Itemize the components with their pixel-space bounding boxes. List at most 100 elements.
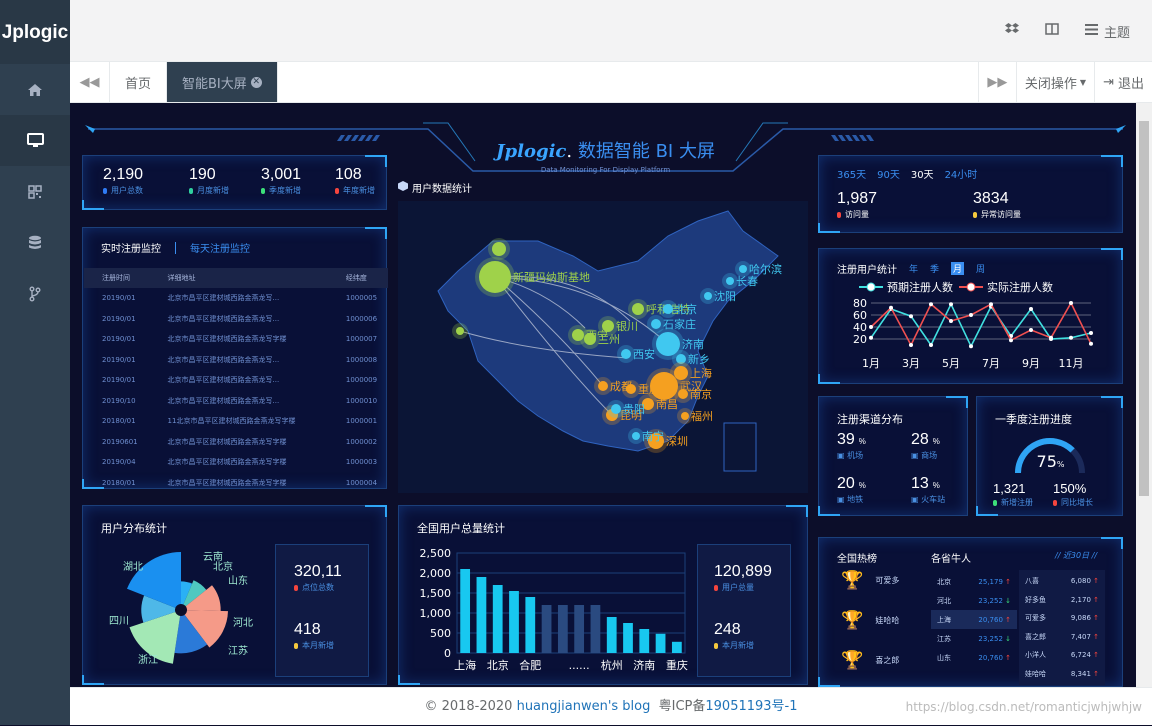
icp-link[interactable]: 19051193号-1 bbox=[705, 699, 797, 714]
theme-button[interactable]: 主题 bbox=[1084, 22, 1130, 41]
home-icon[interactable] bbox=[0, 64, 70, 115]
channel-label: ▣ 地铁 bbox=[837, 495, 864, 504]
hot-item: 🏆 喜之郎 bbox=[841, 650, 900, 671]
china-map[interactable]: 新疆玛纳斯基地呼和浩特北京银川兰州西宁石家庄济南新乡西安哈尔滨长春沈阳成都重庆武… bbox=[398, 201, 808, 493]
table-cell: 1000006 bbox=[345, 314, 378, 323]
table-cell: 北京市昌平区建材城西路金燕龙写字楼 bbox=[167, 478, 287, 487]
svg-text:西宁: 西宁 bbox=[586, 328, 608, 342]
distribution-total: 320,11 bbox=[294, 563, 342, 580]
distribution-total-label: 点位总数 bbox=[302, 583, 334, 592]
x-tick-label: 11月 bbox=[1059, 357, 1084, 370]
blog-link[interactable]: huangjianwen's blog bbox=[517, 699, 651, 714]
range-tab[interactable]: 90天 bbox=[877, 166, 900, 181]
visits-panel: 365天 90天 30天 24小时 1,987 访问量 3834 异常访问量 bbox=[818, 155, 1123, 233]
y-tick-label: 500 bbox=[430, 627, 451, 640]
tab-scroll-right-button[interactable]: ▶▶ bbox=[977, 62, 1016, 102]
user-stat: 3,001 季度新增 bbox=[261, 166, 301, 196]
period-tab[interactable]: 季 bbox=[930, 262, 939, 275]
map-point[interactable]: 西安 bbox=[617, 345, 655, 363]
line-point bbox=[1069, 335, 1073, 340]
channel-value: 20% bbox=[837, 475, 866, 492]
map-point[interactable]: 福州 bbox=[677, 408, 713, 424]
database-icon[interactable] bbox=[0, 217, 70, 268]
close-ops-label: 关闭操作 bbox=[1024, 76, 1077, 92]
hot-item: 🏆 可爱多 bbox=[841, 570, 900, 591]
qrcode-icon[interactable] bbox=[0, 166, 70, 217]
map-point[interactable]: 沈阳 bbox=[700, 288, 736, 304]
province-row: 北京 25,179 ↑ bbox=[937, 577, 1011, 586]
dropbox-icon[interactable] bbox=[1004, 23, 1019, 39]
bar bbox=[671, 641, 682, 653]
period-tab[interactable]: 月 bbox=[951, 262, 965, 275]
table-cell: 1000010 bbox=[345, 396, 378, 405]
footer: © 2018-2020 huangjianwen's blog 粤ICP备190… bbox=[70, 687, 1152, 725]
range-tab[interactable]: 30天 bbox=[911, 166, 934, 181]
table-cell: 20190/01 bbox=[102, 355, 136, 364]
code-fork-icon[interactable] bbox=[0, 268, 70, 319]
period-tab[interactable]: 年 bbox=[909, 262, 918, 275]
table-row: 20180/01 11北京市昌平区建材城西路金燕龙写字楼 1000001 bbox=[84, 411, 388, 432]
table-cell: 20190/01 bbox=[102, 314, 136, 323]
tab-home[interactable]: 首页 bbox=[110, 62, 168, 102]
table-header: 注册时间 bbox=[84, 268, 150, 288]
people-row: 小洋人 6,724 ↑ bbox=[1025, 651, 1099, 660]
abnormal-count: 3834 bbox=[973, 190, 1009, 207]
user-stat: 108 年度新增 bbox=[335, 166, 375, 196]
map-point[interactable] bbox=[488, 238, 510, 260]
table-cell: 1000003 bbox=[345, 458, 378, 467]
map-point[interactable]: 北京 bbox=[659, 300, 697, 318]
map-point[interactable]: 长春 bbox=[722, 273, 758, 289]
tab-realtime-monitor[interactable]: 实时注册监控 bbox=[101, 240, 161, 255]
line-point bbox=[949, 302, 953, 307]
range-tab[interactable]: 24小时 bbox=[945, 166, 978, 181]
map-title: 用户数据统计 bbox=[412, 184, 472, 195]
scrollbar[interactable] bbox=[1136, 103, 1152, 687]
table-cell: 1000004 bbox=[345, 478, 378, 487]
table-cell: 北京市昌平区建材城西路金燕龙写字楼 bbox=[167, 335, 287, 344]
bar bbox=[606, 617, 617, 653]
line-point bbox=[1009, 338, 1013, 343]
channel-stat: 28% ▣ 商场 bbox=[911, 431, 940, 461]
logout-label: 退出 bbox=[1117, 76, 1144, 92]
close-operations-dropdown[interactable]: 关闭操作 ▼ bbox=[1015, 62, 1094, 102]
table-cell: 1000007 bbox=[345, 335, 378, 344]
columns-icon[interactable] bbox=[1045, 23, 1059, 39]
range-tab[interactable]: 365天 bbox=[837, 166, 866, 181]
tab-scroll-left-button[interactable]: ◀◀ bbox=[70, 62, 110, 102]
register-title: 注册用户统计 bbox=[837, 265, 897, 276]
map-point[interactable]: 南宁 bbox=[628, 428, 664, 444]
table-row: 20190/04 北京市昌平区建材城西路金燕龙写字楼 1000003 bbox=[84, 452, 388, 473]
pie-label: 四川 bbox=[109, 616, 129, 627]
bar bbox=[492, 585, 503, 653]
backward-icon: ◀◀ bbox=[79, 74, 100, 90]
svg-text:银川: 银川 bbox=[616, 319, 638, 333]
scrollbar-thumb[interactable] bbox=[1139, 121, 1149, 496]
monitor-icon[interactable] bbox=[0, 115, 70, 166]
progress-title: 一季度注册进度 bbox=[995, 413, 1072, 426]
theme-label: 主题 bbox=[1103, 25, 1130, 41]
tab-bar: ◀◀ 首页 智能BI大屏 ✕ ▶▶ 关闭操作 ▼ ⇥ 退出 bbox=[70, 62, 1152, 103]
svg-text:哈尔滨: 哈尔滨 bbox=[749, 262, 782, 276]
table-cell: 1000005 bbox=[345, 294, 378, 303]
x-tick-label: 上海 bbox=[454, 658, 476, 672]
map-point[interactable]: 南京 bbox=[674, 385, 712, 403]
bar bbox=[590, 605, 601, 653]
map-point[interactable]: 贵阳 bbox=[607, 400, 645, 418]
logout-button[interactable]: ⇥ 退出 bbox=[1094, 62, 1152, 102]
progress-new-value: 1,321 bbox=[993, 481, 1026, 496]
map-point[interactable] bbox=[452, 323, 468, 339]
progress-panel: 一季度注册进度 75% 1,321 新增注册 150% 同比增长 bbox=[976, 396, 1123, 516]
x-tick-label: 3月 bbox=[902, 357, 920, 370]
tab-bi[interactable]: 智能BI大屏 ✕ bbox=[167, 62, 278, 102]
national-panel: 全国用户总量统计 0 500 1,000 1,500 2,000 2,500 上海 北京 合肥.… bbox=[398, 505, 808, 685]
people-row: 喜之郎 7,407 ↑ bbox=[1025, 632, 1099, 641]
cube-icon bbox=[398, 181, 408, 194]
period-tab[interactable]: 周 bbox=[976, 262, 985, 275]
close-icon[interactable]: ✕ bbox=[250, 76, 262, 88]
pie-label: 江苏 bbox=[228, 644, 248, 657]
x-tick-label: 9月 bbox=[1022, 357, 1040, 370]
national-title: 全国用户总量统计 bbox=[417, 522, 505, 535]
tab-daily-monitor[interactable]: 每天注册监控 bbox=[190, 240, 250, 255]
table-cell: 20190/01 bbox=[102, 294, 136, 303]
legend-label: 预期注册人数 bbox=[887, 281, 953, 294]
